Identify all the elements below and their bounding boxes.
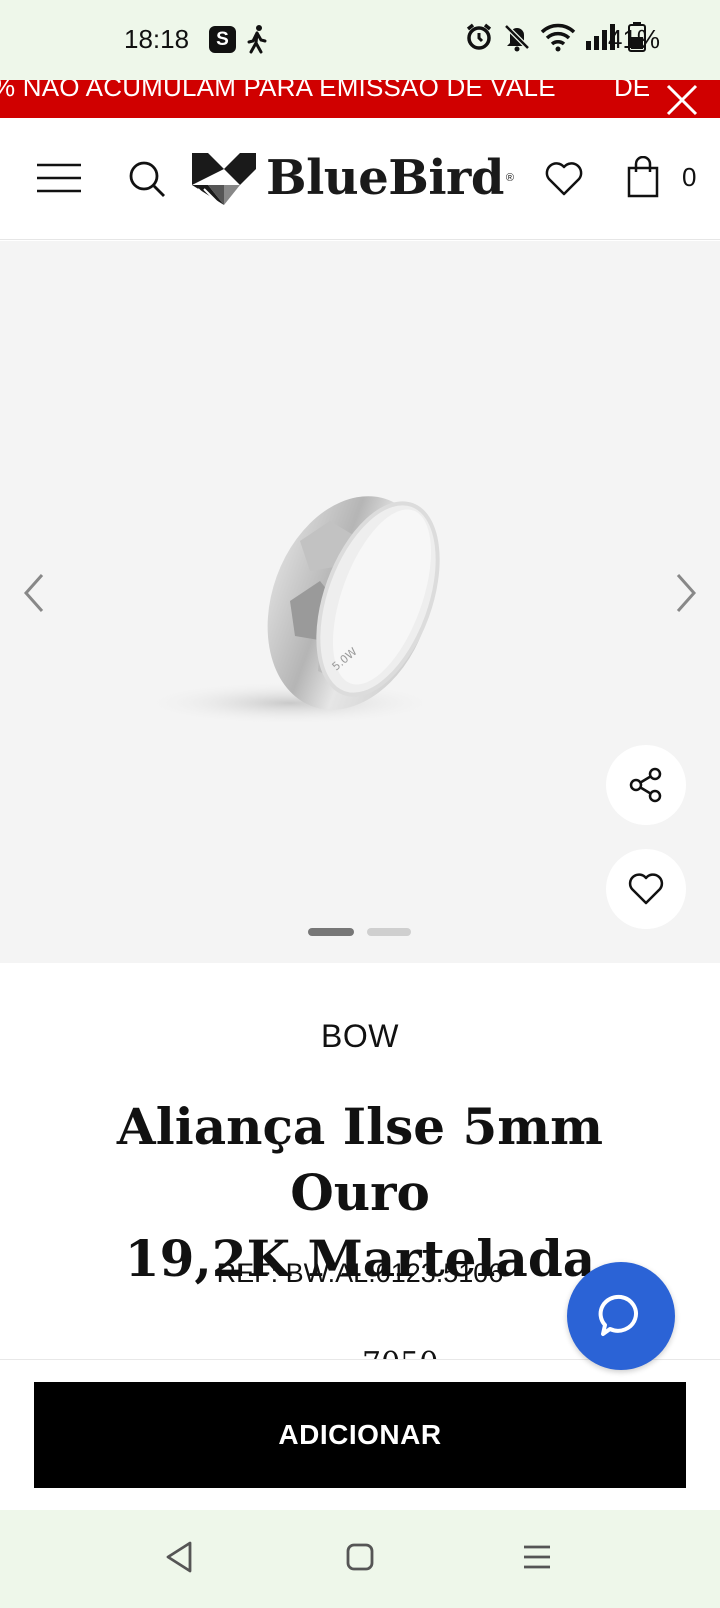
search-icon[interactable]: [128, 160, 166, 198]
gallery-dot-1[interactable]: [308, 928, 354, 936]
promo-text: % NÃO ACUMULAM PARA EMISSÃO DE VALE: [0, 80, 556, 102]
chat-button[interactable]: [567, 1262, 675, 1370]
recent-apps-icon[interactable]: [522, 1542, 552, 1572]
bell-off-icon: [504, 24, 530, 52]
promo-banner[interactable]: % NÃO ACUMULAM PARA EMISSÃO DE VALE DE: [0, 80, 720, 118]
app-notification-icon: S: [209, 26, 236, 53]
screen: 18:18 S 41% % NÃO ACUMULAM PARA EMISSÃO …: [0, 0, 720, 1608]
product-image-gallery[interactable]: 5.0W: [0, 241, 720, 963]
cart-count[interactable]: 0: [682, 162, 696, 193]
alarm-icon: [466, 23, 492, 50]
product-title-line-1: Aliança Ilse 5mm Ouro: [116, 1097, 604, 1222]
logo-text: BlueBird: [266, 150, 504, 206]
status-bar: 18:18 S 41%: [0, 0, 720, 80]
product-brand[interactable]: BOW: [0, 1018, 720, 1055]
chevron-left-icon[interactable]: [20, 571, 48, 615]
shopping-bag-icon[interactable]: [626, 156, 660, 198]
gallery-dot-2[interactable]: [367, 928, 411, 936]
product-ring-image: 5.0W: [140, 496, 440, 725]
promo-text-tail: DE: [614, 80, 651, 102]
back-icon[interactable]: [164, 1540, 194, 1574]
logo-registered-mark: ®: [505, 172, 515, 184]
add-to-cart-bar: ADICIONAR: [0, 1359, 720, 1509]
status-time: 18:18: [124, 24, 190, 54]
add-to-cart-button[interactable]: ADICIONAR: [34, 1382, 686, 1488]
favorite-button[interactable]: [606, 849, 686, 929]
wifi-icon: [540, 23, 576, 52]
product-price-peek: 7050: [362, 1346, 438, 1360]
battery-percent: 41%: [608, 24, 661, 54]
system-navigation-bar: [0, 1510, 720, 1608]
close-icon[interactable]: [664, 82, 700, 118]
bluebird-heart-logo-icon: [192, 153, 256, 206]
bluebird-logo[interactable]: BlueBird ®: [192, 148, 522, 208]
share-icon: [629, 767, 662, 803]
chevron-right-icon[interactable]: [672, 571, 700, 615]
site-header: BlueBird ® 0: [0, 118, 720, 240]
home-icon[interactable]: [345, 1542, 375, 1572]
hamburger-menu-icon[interactable]: [36, 162, 82, 194]
walk-icon: [247, 25, 267, 54]
heart-icon: [628, 873, 664, 905]
share-button[interactable]: [606, 745, 686, 825]
wishlist-heart-icon[interactable]: [544, 160, 584, 198]
chat-bubble-icon: [598, 1294, 638, 1336]
